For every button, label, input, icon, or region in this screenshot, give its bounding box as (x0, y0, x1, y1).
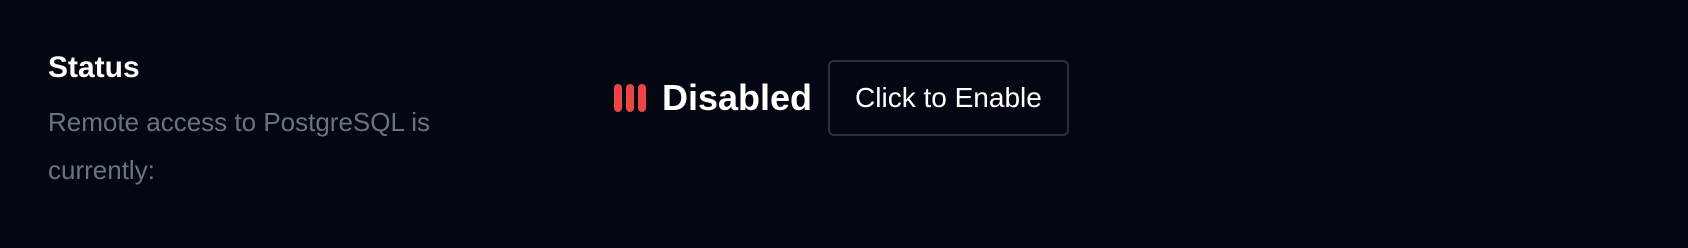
status-state-label: Disabled (662, 77, 813, 118)
status-title: Status (48, 51, 140, 84)
enable-button[interactable]: Click to Enable (828, 60, 1069, 136)
status-description: Remote access to PostgreSQL is currently… (48, 107, 430, 185)
status-bar (614, 84, 622, 112)
status-controls: Disabled Click to Enable (614, 60, 1069, 136)
status-bars-icon (614, 84, 646, 112)
remote-access-status-panel: Status Remote access to PostgreSQL is cu… (0, 0, 1688, 248)
status-bar (638, 84, 646, 112)
status-bar (626, 84, 634, 112)
status-info: Status Remote access to PostgreSQL is cu… (48, 48, 488, 194)
